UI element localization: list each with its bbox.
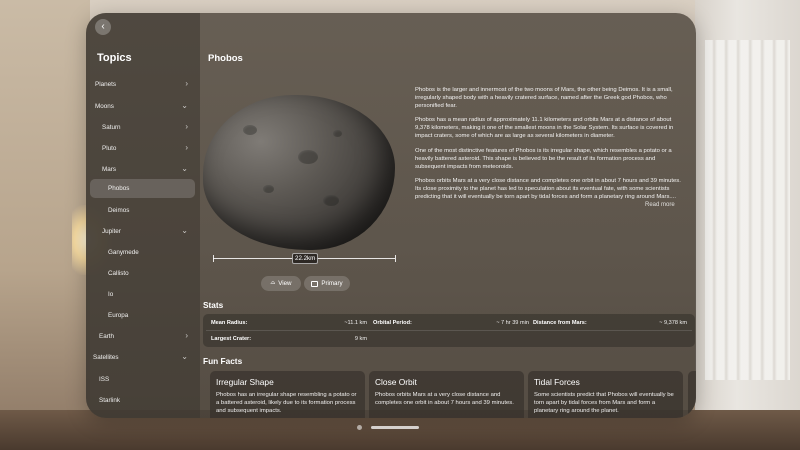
sidebar-item-label: ISS — [99, 376, 110, 383]
crater — [243, 125, 257, 135]
sidebar-item-label: Jupiter — [102, 228, 121, 235]
sidebar-item-deimos[interactable]: Deimos — [90, 201, 196, 220]
crater — [333, 130, 342, 137]
sidebar-item-planets[interactable]: Planets › — [90, 75, 196, 94]
sidebar-item-label: Io — [108, 291, 114, 298]
crater — [298, 150, 318, 164]
chevron-down-icon: ⌄ — [181, 226, 188, 235]
fun-fact-title: Irregular Shape — [216, 377, 274, 387]
stat-label: Largest Crater: — [211, 336, 252, 342]
stat-value: ~ 7 hr 39 min — [496, 320, 529, 326]
sidebar-item-jupiter[interactable]: Jupiter ⌄ — [90, 222, 196, 241]
chevron-down-icon: ⌄ — [181, 164, 188, 173]
stat-value: 9 km — [354, 336, 367, 342]
sidebar-item-mars[interactable]: Mars ⌄ — [90, 160, 196, 179]
sidebar-item-label: Phobos — [108, 185, 130, 192]
fun-facts-title: Fun Facts — [203, 356, 243, 366]
stats-divider — [206, 330, 692, 331]
app-window: ‹ Topics Planets › Moons ⌄ Saturn › Plut… — [86, 13, 696, 418]
chevron-left-icon: ‹ — [101, 21, 105, 32]
sidebar-title: Topics — [97, 52, 132, 64]
stat-label: Mean Radius: — [211, 320, 248, 326]
window-dot-indicator[interactable] — [357, 425, 362, 430]
stats-panel: Mean Radius: ~11.1 km Orbital Period: ~ … — [203, 314, 695, 347]
read-more-link[interactable]: Read more — [645, 202, 675, 208]
description-paragraph: Phobos is the larger and innermost of th… — [415, 87, 673, 110]
scale-tick — [395, 255, 396, 262]
chevron-right-icon: › — [185, 331, 188, 340]
fun-fact-text: Some scientists predict that Phobos will… — [534, 392, 674, 415]
stat-label: Orbital Period: — [373, 320, 412, 326]
sidebar-item-label: Starlink — [99, 397, 120, 404]
sidebar-item-io[interactable]: Io — [90, 285, 196, 304]
stat-label: Distance from Mars: — [533, 320, 587, 326]
fun-fact-card-partial[interactable] — [688, 371, 696, 418]
sidebar-item-label: Callisto — [108, 270, 129, 277]
sidebar: ‹ Topics Planets › Moons ⌄ Saturn › Plut… — [86, 13, 200, 418]
main-content: Phobos 22.2km ⌓ View Primary Phobos is t… — [200, 13, 696, 418]
description-paragraph: Phobos orbits Mars at a very close dista… — [415, 177, 681, 201]
window-icon — [311, 280, 319, 287]
sidebar-item-ganymede[interactable]: Ganymede — [90, 243, 196, 262]
sidebar-item-label: Mars — [102, 166, 116, 173]
sidebar-item-earth[interactable]: Earth › — [90, 327, 196, 346]
crater — [263, 185, 274, 193]
window-grab-bar[interactable] — [371, 426, 419, 429]
sidebar-item-label: Saturn — [102, 124, 121, 131]
fun-fact-text: Phobos orbits Mars at a very close dista… — [375, 392, 514, 407]
chevron-down-icon: ⌄ — [181, 352, 188, 361]
vr-goggles-icon: ⌓ — [270, 280, 276, 286]
sidebar-item-saturn[interactable]: Saturn › — [90, 118, 196, 137]
fun-fact-text: Phobos has an irregular shape resembling… — [216, 392, 357, 415]
fun-fact-card[interactable]: Tidal Forces Some scientists predict tha… — [528, 371, 683, 418]
sidebar-item-label: Deimos — [108, 207, 130, 214]
sidebar-item-label: Europa — [108, 312, 129, 319]
sidebar-item-callisto[interactable]: Callisto — [90, 264, 196, 283]
chevron-right-icon: › — [185, 122, 188, 131]
fun-fact-card[interactable]: Irregular Shape Phobos has an irregular … — [210, 371, 365, 418]
sidebar-item-label: Ganymede — [108, 249, 139, 256]
page-title: Phobos — [208, 53, 243, 64]
room-wall-right — [695, 0, 800, 450]
window-curtain — [705, 40, 790, 380]
view-button-label: View — [278, 280, 292, 287]
sidebar-item-label: Earth — [99, 333, 115, 340]
sidebar-item-phobos[interactable]: Phobos — [90, 179, 195, 198]
sidebar-item-starlink[interactable]: Starlink — [90, 391, 196, 410]
back-button[interactable]: ‹ — [95, 19, 111, 35]
sidebar-item-iss[interactable]: ISS — [90, 370, 196, 389]
fun-fact-card[interactable]: Close Orbit Phobos orbits Mars at a very… — [369, 371, 524, 418]
phobos-3d-model[interactable] — [203, 95, 395, 250]
sidebar-item-label: Pluto — [102, 145, 117, 152]
fun-fact-title: Tidal Forces — [534, 377, 580, 387]
chevron-right-icon: › — [185, 143, 188, 152]
description-paragraph: One of the most distinctive features of … — [415, 147, 672, 170]
fun-fact-title: Close Orbit — [375, 377, 417, 387]
chevron-down-icon: ⌄ — [181, 101, 188, 110]
sidebar-item-satellites[interactable]: Satellites ⌄ — [90, 348, 196, 367]
description-paragraph: Phobos has a mean radius of approximatel… — [415, 117, 674, 140]
sidebar-item-europa[interactable]: Europa — [90, 306, 196, 325]
sidebar-item-label: Satellites — [93, 354, 119, 361]
chevron-right-icon: › — [185, 79, 188, 88]
view-button[interactable]: ⌓ View — [261, 276, 301, 291]
crater — [323, 195, 339, 206]
sidebar-item-pluto[interactable]: Pluto › — [90, 139, 196, 158]
stat-value: ~ 9,378 km — [659, 320, 687, 326]
sidebar-item-label: Moons — [95, 103, 114, 110]
description: Phobos is the larger and innermost of th… — [415, 86, 682, 207]
primary-button-label: Primary — [321, 280, 343, 287]
sidebar-item-label: Planets — [95, 81, 117, 88]
scale-label: 22.2km — [292, 253, 319, 264]
primary-button[interactable]: Primary — [304, 276, 350, 291]
stats-title: Stats — [203, 300, 224, 310]
stat-value: ~11.1 km — [344, 320, 367, 326]
sidebar-item-moons[interactable]: Moons ⌄ — [90, 97, 196, 116]
scale-tick — [213, 255, 214, 262]
